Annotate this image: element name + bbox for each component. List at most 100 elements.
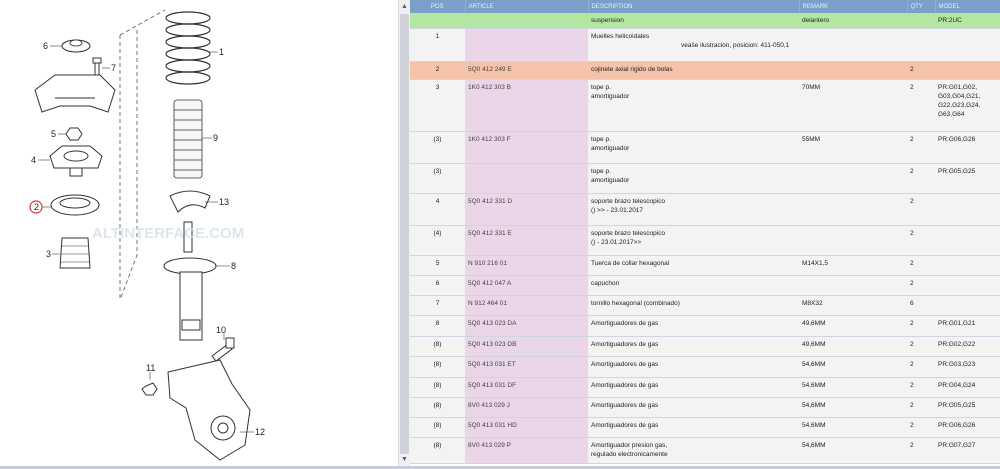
cell-model: PR:G01,G02, G03,G04,G21, G22,G23,G24, G6… [935,79,1000,132]
col-header-remark[interactable]: REMARK [799,0,908,13]
table-row[interactable]: (8) 8V0 413 029 J Amortiguadores de gas 54,… [410,397,1000,418]
callout-2[interactable]: 2 [34,202,39,212]
cell-description: Muelles helicoidales veaše ilustracion, p… [588,28,799,62]
part-mounting-plate[interactable] [34,74,116,113]
cell-description: Amortiguadores de gas [588,377,799,398]
table-row[interactable]: (8) 5Q0 413 031 DF Amortiguadores de gas 54… [410,377,1000,398]
cell-model: PR:G07,G27 [935,437,1000,464]
table-row[interactable]: 5N 910 216 01 Tuerca de collar hexagonal M… [410,255,1000,276]
callout-13[interactable]: 13 [219,197,229,207]
callout-10[interactable]: 10 [216,325,226,335]
cell-remark [799,225,907,256]
cell-article [465,163,588,194]
scroll-down-icon[interactable]: ▼ [400,455,409,464]
vertical-scrollbar[interactable]: ▲ ▼ [398,0,410,466]
table-row[interactable]: (3) 1K0 412 303 Ftope p. amortiguador 55MM 2… [410,131,1000,164]
cell-qty: 2 [907,163,935,194]
cell-remark: 49,6MM [799,315,907,337]
cell-description: cojinete axial rigido de bolas [588,61,799,80]
parts-table-panel: POS ARTICLE DESCRIPTION REMARK QTY MODEL… [410,0,1000,466]
part-bellows[interactable] [173,99,203,179]
cell-remark [799,193,907,226]
part-spring-seat[interactable] [169,190,211,213]
suspension-exploded-diagram: 1 2 3 4 5 6 7 8 9 10 11 12 13 ALTINTERFA… [29,9,265,461]
table-row[interactable]: 3 1K0 412 303 Btope p. amortiguador 70MM 2 PR… [410,79,1000,132]
callout-6[interactable]: 6 [43,41,48,51]
part-bolt-long[interactable] [211,337,235,362]
scrollbar-thumb[interactable] [400,14,409,454]
group-remark: delantero [799,13,907,29]
cell-model: PR:G06,G26 [935,417,1000,438]
callout-8[interactable]: 8 [231,261,236,271]
cell-qty: 2 [907,275,935,296]
group-model: PR:2UC [935,13,1000,29]
description-line-1: Amortiguadores de gas [591,402,659,409]
col-header-qty[interactable]: QTY [907,0,936,13]
part-axial-bearing[interactable] [50,194,100,216]
cell-pos: 5 [410,255,465,276]
col-header-model[interactable]: MODEL [935,0,1000,13]
scroll-up-icon[interactable]: ▲ [400,2,409,11]
callout-11[interactable]: 11 [146,363,155,373]
description-line-1: Tuerca de collar hexagonal [591,260,670,267]
part-cap[interactable] [61,39,91,53]
cell-model: PR:G05,G25 [935,163,1000,194]
cell-pos: (3) [410,163,465,194]
cell-qty: 2 [907,336,935,357]
cell-article: 5Q0 413 023 DB [465,336,588,357]
cell-qty: 6 [907,295,935,316]
callout-7[interactable]: 7 [111,63,116,73]
part-bump-stop[interactable] [59,237,91,269]
col-header-article[interactable]: ARTICLE [465,0,589,13]
callout-3[interactable]: 3 [46,249,51,259]
part-nut-small[interactable] [141,382,158,396]
table-row[interactable]: (8) 5Q0 413 031 HD Amortiguadores de gas 54… [410,417,1000,438]
description-line-1: cojinete axial rigido de bolas [591,66,673,73]
cell-pos: 6 [410,275,465,296]
cell-qty: 2 [907,193,935,226]
callout-9[interactable]: 9 [213,133,218,143]
cell-description: Amortiguadores de gas [588,397,799,418]
description-line-1: soporte brazo telescopico [591,230,666,237]
cell-qty: 2 [907,255,935,276]
cell-model [935,193,1000,226]
table-row[interactable]: 1 Muelles helicoidales veaše ilustracion, … [410,28,1000,62]
table-row[interactable]: (8) 5Q0 413 023 DB Amortiguadores de gas 49… [410,336,1000,357]
cell-remark: M8X32 [799,295,907,316]
cell-description: tope p. amortiguador [588,79,799,132]
cell-qty: 2 [907,437,935,464]
part-strut-mount[interactable] [49,145,103,177]
part-coil-spring[interactable] [165,11,211,85]
cell-article: 5Q0 413 031 HD [465,417,588,438]
cell-qty: 2 [907,79,935,132]
table-row[interactable]: (4) 5Q0 412 331 Esoporte brazo telescopic… [410,225,1000,256]
table-row[interactable]: (8) 8V0 413 029 P Amortiguador presion gas… [410,437,1000,464]
description-line-1: Amortiguadores de gas [591,382,659,389]
callout-12[interactable]: 12 [255,427,265,437]
table-row[interactable]: 2 5Q0 412 249 Ecojinete axial rigido de b… [410,61,1000,80]
table-row[interactable]: (3) tope p. amortiguador 2 PR:G05,G25 [410,163,1000,194]
description-line-1: Amortiguadores de gas [591,341,659,348]
col-header-description[interactable]: DESCRIPTION [588,0,800,13]
table-row[interactable]: 7N 912 464 01 tornillo hexagonal (combina… [410,295,1000,316]
table-row[interactable]: 4 5Q0 412 331 Dsoporte brazo telescopico (… [410,193,1000,226]
cell-qty: 2 [907,397,935,418]
part-hex-nut[interactable] [65,127,83,141]
cell-model [935,28,1000,62]
part-steering-knuckle[interactable] [167,359,251,461]
table-row[interactable]: 6 5Q0 412 047 Acapuchon 2 [410,275,1000,296]
cell-article: 5Q0 412 331 D [465,193,588,226]
table-row[interactable]: (8) 5Q0 413 031 ET Amortiguadores de gas 54… [410,356,1000,378]
part-bolt[interactable] [92,57,102,78]
callout-1[interactable]: 1 [219,47,224,57]
cell-model: PR:G06,G26 [935,131,1000,164]
callout-4[interactable]: 4 [31,155,36,165]
table-row[interactable]: 8 5Q0 413 023 DA Amortiguadores de gas 49,6… [410,315,1000,337]
col-header-pos[interactable]: POS [410,0,466,13]
cell-remark: 54,6MM [799,417,907,438]
cell-remark: 54,6MM [799,356,907,378]
cell-model [935,255,1000,276]
illustration-reference-note[interactable]: veaše ilustracion, posicion: 411-050,1 [681,41,886,50]
cell-remark: 70MM [799,79,907,132]
callout-5[interactable]: 5 [51,129,56,139]
